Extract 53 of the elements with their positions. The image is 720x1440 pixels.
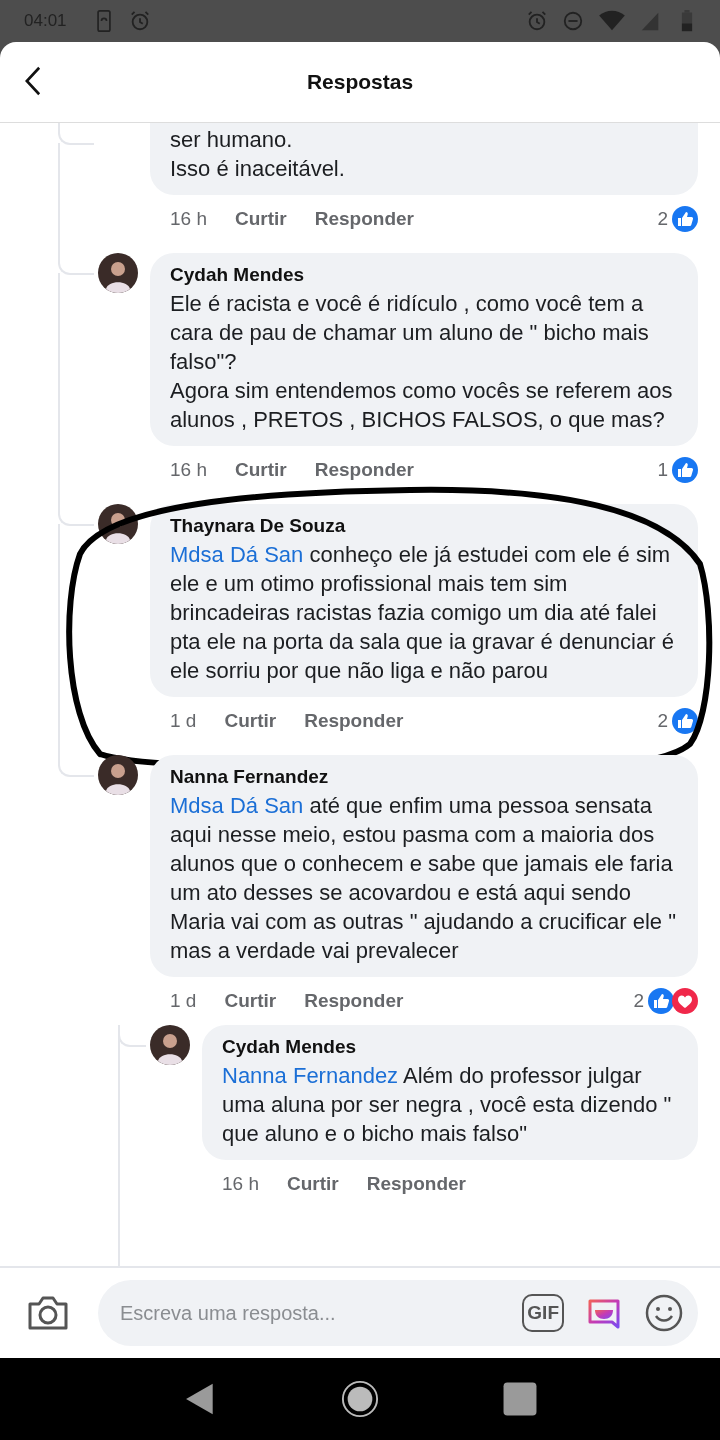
author-name[interactable]: Cydah Mendes: [170, 264, 686, 286]
home-icon[interactable]: [341, 1380, 379, 1418]
like-link[interactable]: Curtir: [235, 459, 287, 481]
avatar[interactable]: [98, 253, 138, 293]
timestamp: 16 h: [170, 208, 207, 230]
timestamp: 1 d: [170, 990, 197, 1012]
reaction-count[interactable]: 1: [657, 459, 668, 481]
timestamp: 16 h: [170, 459, 207, 481]
thread-connector: [58, 253, 94, 275]
reply-link[interactable]: Responder: [314, 459, 414, 481]
like-icon: [648, 988, 674, 1014]
reaction-count[interactable]: 2: [657, 710, 668, 732]
comment-text: ser humano. Isso é inaceitável.: [170, 126, 346, 183]
author-name[interactable]: Nanna Fernandez: [170, 766, 686, 788]
emoji-icon[interactable]: [644, 1293, 684, 1333]
alarm-icon: [526, 10, 548, 32]
mention-link[interactable]: Mdsa Dá San: [170, 793, 304, 818]
like-link[interactable]: Curtir: [287, 1173, 339, 1195]
page-title: Respostas: [306, 70, 414, 94]
like-link[interactable]: Curtir: [224, 710, 277, 732]
wifi-icon: [598, 10, 626, 32]
reply-link[interactable]: Responder: [304, 990, 404, 1012]
like-link[interactable]: Curtir: [224, 990, 277, 1012]
avatar[interactable]: [98, 755, 138, 795]
reaction-count[interactable]: 2: [657, 208, 668, 230]
timestamp: 16 h: [222, 1173, 259, 1195]
comment-text: Ele é racista e você é ridículo , como você tem a cara de pau de chamar um aluno de " bicho mais falso"? Agora sim entendemos como vocês se referem aos alunos , PRETOS , BICHOS FALSOS, o que mas?: [170, 290, 674, 434]
thread-connector: [58, 755, 94, 777]
gif-button[interactable]: GIF: [522, 1294, 564, 1332]
reply-link[interactable]: Responder: [366, 1173, 466, 1195]
like-icon: [672, 457, 698, 483]
like-icon: [672, 206, 698, 232]
mention-link[interactable]: Nanna Fernandez: [222, 1063, 399, 1088]
avatar[interactable]: [98, 504, 138, 544]
reaction-count[interactable]: 2: [633, 990, 644, 1012]
camera-icon[interactable]: [26, 1294, 70, 1332]
do-not-disturb-icon: [562, 10, 584, 32]
recents-icon[interactable]: [501, 1380, 539, 1418]
like-link[interactable]: Curtir: [235, 208, 287, 230]
author-name[interactable]: Thaynara De Souza: [170, 515, 686, 537]
author-name[interactable]: Cydah Mendes: [222, 1036, 686, 1058]
comment-text: Mdsa Dá San até que enfim uma pessoa sensata aqui nesse meio, estou pasma com a maioria dos alunos que o conhecem e sabe que jamais ele faria um ato desses se acovardou e está aqui sendo Maria vai com as outras " ajudando a crucificar ele " mas a verdade vai prevalecer: [170, 792, 677, 965]
comment-text: Mdsa Dá San conheço ele já estudei com ele é sim ele e um otimo profissional mais tem sim brincadeiras racistas fazia comigo um dia até falei pta ele na porta da sala que ia gravar é denunciar é ele sorriu por que não liga e não parou: [170, 541, 675, 685]
reply-input[interactable]: Escreva uma resposta... GIF: [98, 1280, 698, 1346]
comment-text: Nanna Fernandez Além do professor julgar uma aluna por ser negra , você esta dizendo " que aluno e o bicho mais falso": [222, 1062, 673, 1148]
timestamp: 1 d: [170, 710, 197, 732]
mention-link[interactable]: Mdsa Dá San: [170, 542, 304, 567]
reply-link[interactable]: Responder: [304, 710, 404, 732]
reply-link[interactable]: Responder: [314, 208, 414, 230]
avatar[interactable]: [150, 1025, 190, 1065]
thread-connector: [58, 123, 94, 145]
like-icon: [672, 708, 698, 734]
thread-connector: [58, 504, 94, 526]
